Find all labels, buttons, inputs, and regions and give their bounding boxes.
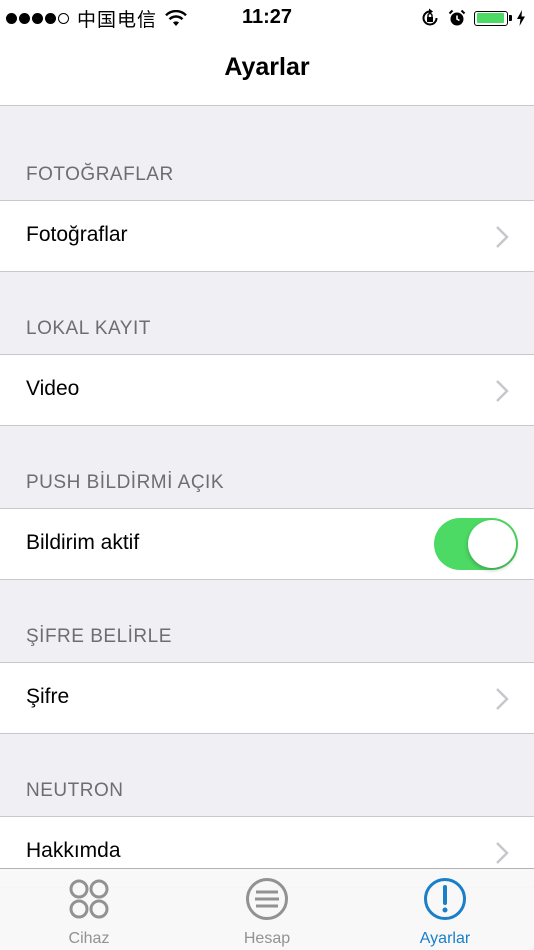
tab-device[interactable]: Cihaz: [0, 869, 178, 950]
alarm-clock-icon: [448, 9, 466, 26]
row-label: Bildirim aktif: [26, 531, 140, 554]
settings-row-password[interactable]: Şifre: [0, 662, 534, 734]
row-label: Hakkımda: [26, 839, 121, 862]
status-right: [420, 6, 526, 30]
section-header-push: PUSH BİLDİRMİ AÇIK: [26, 472, 224, 493]
page-title: Ayarlar: [224, 53, 310, 81]
tab-account[interactable]: Hesap: [178, 869, 356, 950]
chevron-right-icon: [496, 380, 509, 402]
row-label: Video: [26, 377, 80, 400]
settings-row-photos[interactable]: Fotoğraflar: [0, 200, 534, 272]
navigation-bar: Ayarlar: [0, 36, 534, 106]
charging-bolt-icon: [517, 10, 525, 26]
chevron-right-icon: [496, 226, 509, 248]
settings-screen: 中国电信 11:27 Ayarlar FOTOĞRAFLAR Fotoğrafl…: [0, 0, 534, 950]
settings-row-video[interactable]: Video: [0, 354, 534, 426]
list-circle-icon: [246, 878, 288, 920]
chevron-right-icon: [496, 688, 509, 710]
tab-label: Cihaz: [68, 930, 110, 947]
status-bar: 中国电信 11:27: [0, 0, 534, 36]
rotation-lock-icon: [422, 8, 438, 26]
section-header-photos: FOTOĞRAFLAR: [26, 164, 174, 185]
tab-label: Hesap: [243, 930, 291, 947]
chevron-right-icon: [496, 842, 509, 864]
notification-toggle[interactable]: [434, 518, 518, 570]
section-header-neutron: NEUTRON: [26, 780, 124, 801]
battery-icon: [474, 10, 512, 26]
section-header-password: ŞİFRE BELİRLE: [26, 626, 172, 647]
row-label: Fotoğraflar: [26, 223, 128, 246]
exclamation-circle-icon: [424, 878, 466, 920]
section-header-local-record: LOKAL KAYIT: [26, 318, 151, 339]
tab-settings[interactable]: Ayarlar: [356, 869, 534, 950]
row-label: Şifre: [26, 685, 70, 708]
toggle-knob: [468, 520, 516, 568]
tab-bar: Cihaz Hesap Ayarlar: [0, 868, 534, 950]
settings-row-notification: Bildirim aktif: [0, 508, 534, 580]
tab-label: Ayarlar: [419, 930, 471, 947]
four-circles-icon: [69, 879, 109, 919]
